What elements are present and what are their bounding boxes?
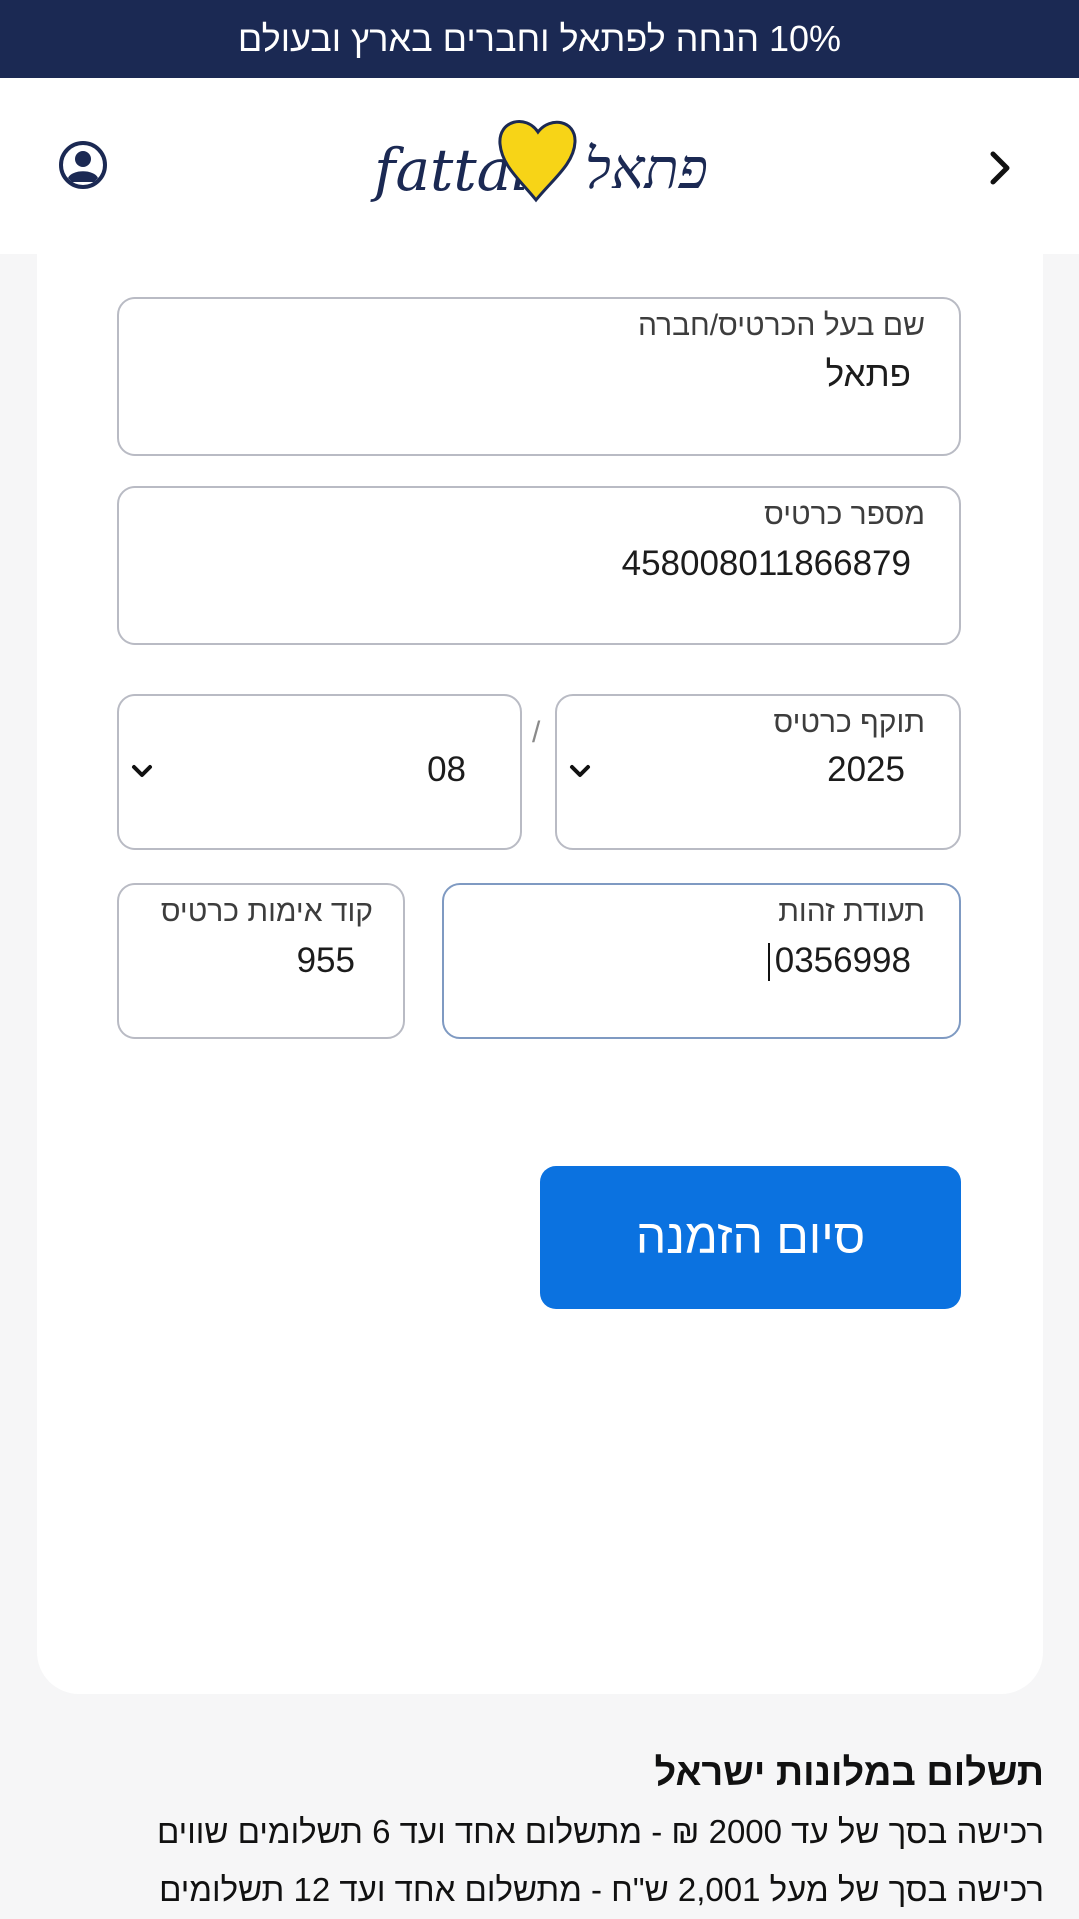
- card-number-label: מספר כרטיס: [764, 498, 925, 531]
- cvv-label: קוד אימות כרטיס: [160, 895, 373, 928]
- payment-info-section: תשלום במלונות ישראל רכישה בסך של עד 2000…: [34, 1752, 1044, 1919]
- payment-info-line: רכישה בסך של מעל 2,001 ש"ח - מתשלום אחד …: [159, 1871, 1044, 1908]
- logo-hebrew-text: פתאל: [585, 137, 708, 202]
- card-number-value: 458008011866879: [621, 544, 911, 583]
- payment-info-line: רכישה בסך של עד 2000 ₪ - מתשלום אחד ועד …: [156, 1813, 1044, 1850]
- expiry-label: תוקף כרטיס: [773, 706, 925, 739]
- chevron-right-icon[interactable]: [985, 148, 1015, 188]
- complete-order-button[interactable]: סיום הזמנה: [540, 1166, 961, 1309]
- user-circle-icon[interactable]: [58, 140, 108, 190]
- expiry-year-select[interactable]: תוקף כרטיס 2025: [555, 694, 961, 850]
- id-number-label: תעודת זהות: [778, 895, 925, 928]
- cardholder-name-field[interactable]: שם בעל הכרטיס/חברה פתאל: [117, 297, 961, 456]
- id-number-value: 0356998: [774, 941, 911, 980]
- cvv-value: 955: [296, 941, 355, 980]
- complete-order-label: סיום הזמנה: [635, 1211, 866, 1264]
- promo-banner: 10% הנחה לפתאל וחברים בארץ ובעולם: [0, 0, 1079, 78]
- id-number-field[interactable]: תעודת זהות 0356998: [442, 883, 961, 1039]
- cardholder-name-label: שם בעל הכרטיס/חברה: [637, 309, 925, 342]
- expiry-separator: /: [532, 716, 541, 749]
- card-number-field[interactable]: מספר כרטיס 458008011866879: [117, 486, 961, 645]
- chevron-down-icon: [570, 765, 590, 777]
- expiry-month-value: 08: [427, 750, 466, 789]
- promo-banner-text: 10% הנחה לפתאל וחברים בארץ ובעולם: [237, 18, 842, 59]
- expiry-year-value: 2025: [827, 750, 905, 789]
- cvv-field[interactable]: קוד אימות כרטיס 955: [117, 883, 405, 1039]
- cardholder-name-value: פתאל: [825, 355, 911, 394]
- payment-info-title: תשלום במלונות ישראל: [654, 1752, 1045, 1794]
- text-caret: [768, 943, 770, 981]
- expiry-month-select[interactable]: 08: [117, 694, 522, 850]
- chevron-down-icon: [132, 765, 152, 777]
- fattal-logo[interactable]: fattal פתאל: [370, 110, 712, 220]
